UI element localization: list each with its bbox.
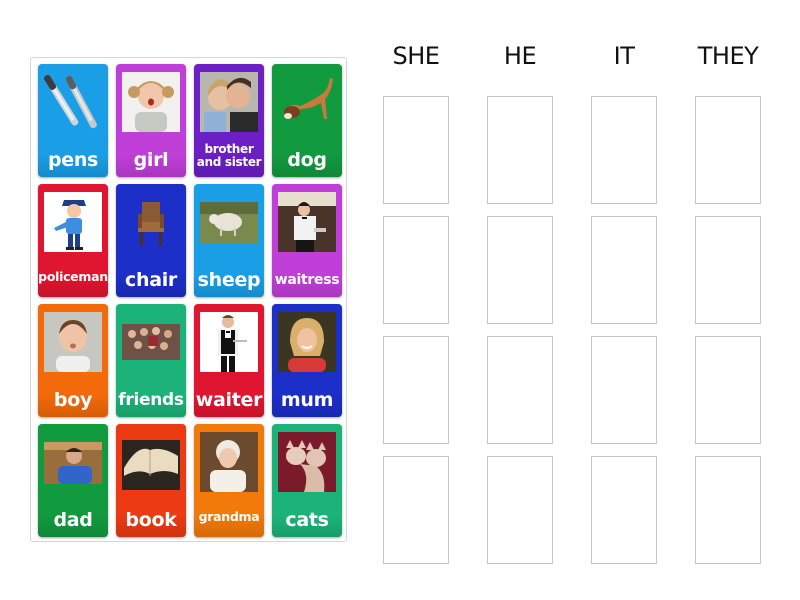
word-card-waiter[interactable]: waiter	[194, 304, 264, 417]
brother-and-sister-photo	[200, 72, 258, 132]
cats-photo	[278, 432, 336, 492]
drop-slot-he-3[interactable]	[487, 336, 553, 444]
card-label: waitress	[274, 272, 340, 288]
drop-slot-it-3[interactable]	[591, 336, 657, 444]
drop-slot-it-2[interactable]	[591, 216, 657, 324]
card-label: brother and sister	[196, 142, 262, 169]
card-label: girl	[133, 149, 169, 171]
word-card-brother-and-sister[interactable]: brother and sister	[194, 64, 264, 177]
waiter-photo	[200, 312, 258, 372]
card-label: waiter	[195, 389, 263, 411]
boy-photo	[44, 312, 102, 372]
drop-slot-he-1[interactable]	[487, 96, 553, 204]
card-label: chair	[125, 269, 177, 291]
drop-slot-they-3[interactable]	[695, 336, 761, 444]
card-label: policeman	[38, 269, 108, 284]
drop-slot-she-1[interactable]	[383, 96, 449, 204]
card-label: book	[125, 509, 177, 531]
word-card-boy[interactable]: boy	[38, 304, 108, 417]
column-title-it: IT	[613, 42, 635, 70]
dad-photo	[44, 432, 102, 492]
word-card-grandma[interactable]: grandma	[194, 424, 264, 537]
card-label: mum	[280, 389, 334, 411]
chair-photo	[122, 192, 180, 252]
word-card-girl[interactable]: girl	[116, 64, 186, 177]
card-label: dog	[287, 149, 327, 171]
drop-slot-it-1[interactable]	[591, 96, 657, 204]
dog-photo	[278, 72, 336, 132]
sheep-photo	[200, 192, 258, 252]
card-label: pens	[47, 149, 99, 171]
drop-slot-they-1[interactable]	[695, 96, 761, 204]
column-title-he: HE	[503, 42, 537, 70]
column-title-they: THEY	[697, 42, 759, 70]
drop-slot-she-3[interactable]	[383, 336, 449, 444]
word-card-friends[interactable]: friends	[116, 304, 186, 417]
word-card-mum[interactable]: mum	[272, 304, 342, 417]
pens-image	[44, 72, 102, 132]
friends-photo	[122, 312, 180, 372]
word-card-cats[interactable]: cats	[272, 424, 342, 537]
column-title-she: SHE	[392, 42, 440, 70]
drop-slot-he-4[interactable]	[487, 456, 553, 564]
word-card-dog[interactable]: dog	[272, 64, 342, 177]
card-label: grandma	[198, 509, 260, 524]
girl-photo	[122, 72, 180, 132]
mum-photo	[278, 312, 336, 372]
waitress-photo	[278, 192, 336, 252]
drop-slot-she-2[interactable]	[383, 216, 449, 324]
drop-slot-it-4[interactable]	[591, 456, 657, 564]
card-label: cats	[285, 509, 329, 531]
word-card-chair[interactable]: chair	[116, 184, 186, 297]
card-label: sheep	[197, 269, 261, 291]
word-card-pens[interactable]: pens	[38, 64, 108, 177]
card-label: dad	[53, 509, 93, 531]
card-label: friends	[118, 390, 184, 410]
word-card-sheep[interactable]: sheep	[194, 184, 264, 297]
word-card-policeman[interactable]: policeman	[38, 184, 108, 297]
word-card-dad[interactable]: dad	[38, 424, 108, 537]
policeman-cartoon	[44, 192, 102, 252]
card-palette: pens girl brother and sister dog policeman cha…	[30, 57, 347, 542]
word-card-waitress[interactable]: waitress	[272, 184, 342, 297]
word-card-book[interactable]: book	[116, 424, 186, 537]
book-photo	[122, 432, 180, 492]
grandma-photo	[200, 432, 258, 492]
card-label: boy	[53, 389, 93, 411]
drop-slot-she-4[interactable]	[383, 456, 449, 564]
drop-slot-they-2[interactable]	[695, 216, 761, 324]
drop-slot-he-2[interactable]	[487, 216, 553, 324]
drop-slot-they-4[interactable]	[695, 456, 761, 564]
